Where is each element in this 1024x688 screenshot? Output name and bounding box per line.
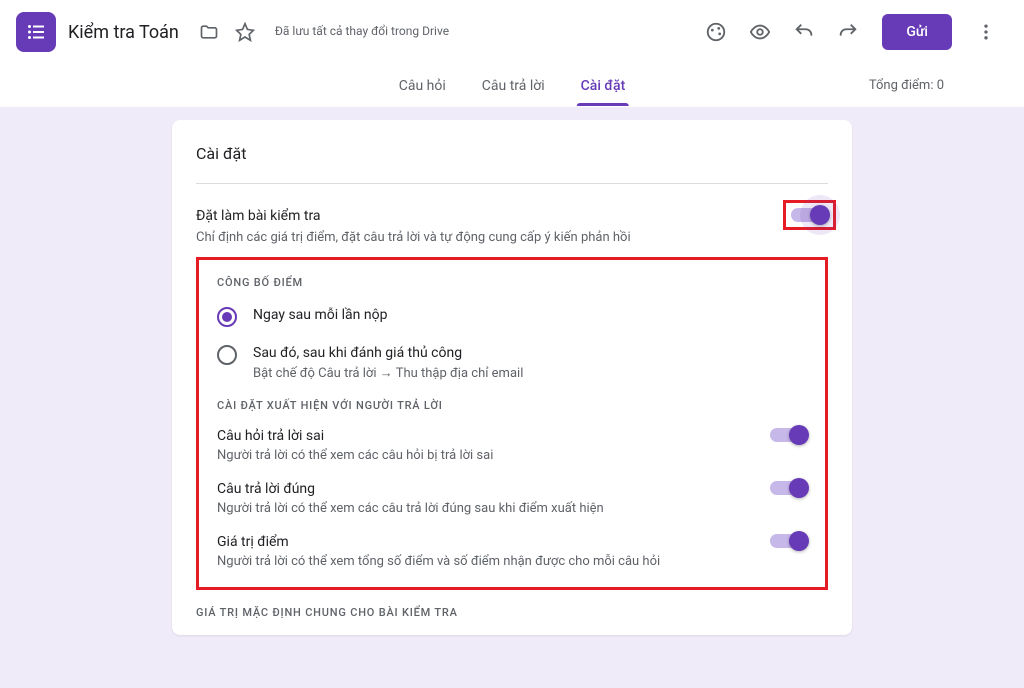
highlight-box-large: CÔNG BỐ ĐIỂM Ngay sau mỗi lần nộp Sau đó…: [196, 257, 828, 590]
folder-icon[interactable]: [199, 22, 219, 42]
release-grade-label: CÔNG BỐ ĐIỂM: [217, 276, 807, 289]
points-sub: Người trả lời có thể xem tổng số điểm và…: [217, 554, 660, 569]
points-heading: Giá trị điểm: [217, 534, 660, 550]
quiz-defaults-label: GIÁ TRỊ MẶC ĐỊNH CHUNG CHO BÀI KIỂM TRA: [196, 606, 828, 619]
theme-icon[interactable]: [704, 20, 728, 44]
correct-sub: Người trả lời có thể xem các câu trả lời…: [217, 501, 604, 516]
card-title: Cài đặt: [196, 144, 828, 184]
radio-immediately[interactable]: [217, 307, 237, 327]
tabs-row: Câu hỏi Câu trả lời Cài đặt Tổng điểm: 0: [0, 64, 1024, 108]
tab-questions[interactable]: Câu hỏi: [395, 66, 450, 106]
save-status: Đã lưu tất cả thay đổi trong Drive: [275, 24, 449, 40]
settings-card: Cài đặt Đặt làm bài kiểm tra Chỉ định cá…: [172, 120, 852, 635]
tab-responses[interactable]: Câu trả lời: [478, 66, 549, 106]
quiz-heading: Đặt làm bài kiểm tra: [196, 208, 631, 224]
preview-icon[interactable]: [748, 20, 772, 44]
more-icon[interactable]: [974, 20, 998, 44]
redo-icon[interactable]: [836, 20, 860, 44]
radio-later[interactable]: [217, 345, 237, 365]
forms-logo[interactable]: [16, 12, 56, 52]
missed-toggle[interactable]: [770, 428, 807, 442]
correct-heading: Câu trả lời đúng: [217, 481, 604, 497]
radio-immediately-label: Ngay sau mỗi lần nộp: [253, 307, 387, 323]
radio-later-sub: Bật chế độ Câu trả lời → Thu thập địa ch…: [253, 365, 523, 381]
send-button[interactable]: Gửi: [882, 14, 952, 50]
missed-sub: Người trả lời có thể xem các câu hỏi bị …: [217, 448, 493, 463]
app-header: Kiểm tra Toán Đã lưu tất cả thay đổi tro…: [0, 0, 1024, 64]
total-points: Tổng điểm: 0: [869, 78, 944, 93]
form-title[interactable]: Kiểm tra Toán: [68, 22, 179, 43]
points-toggle[interactable]: [770, 534, 807, 548]
correct-toggle[interactable]: [770, 481, 807, 495]
quiz-sub: Chỉ định các giá trị điểm, đặt câu trả l…: [196, 230, 631, 245]
undo-icon[interactable]: [792, 20, 816, 44]
respondent-settings-label: CÀI ĐẶT XUẤT HIỆN VỚI NGƯỜI TRẢ LỜI: [217, 399, 807, 412]
radio-later-label: Sau đó, sau khi đánh giá thủ công: [253, 345, 523, 361]
missed-heading: Câu hỏi trả lời sai: [217, 428, 493, 444]
quiz-toggle[interactable]: [791, 208, 828, 222]
star-icon[interactable]: [235, 22, 255, 42]
tab-settings[interactable]: Cài đặt: [577, 66, 630, 106]
